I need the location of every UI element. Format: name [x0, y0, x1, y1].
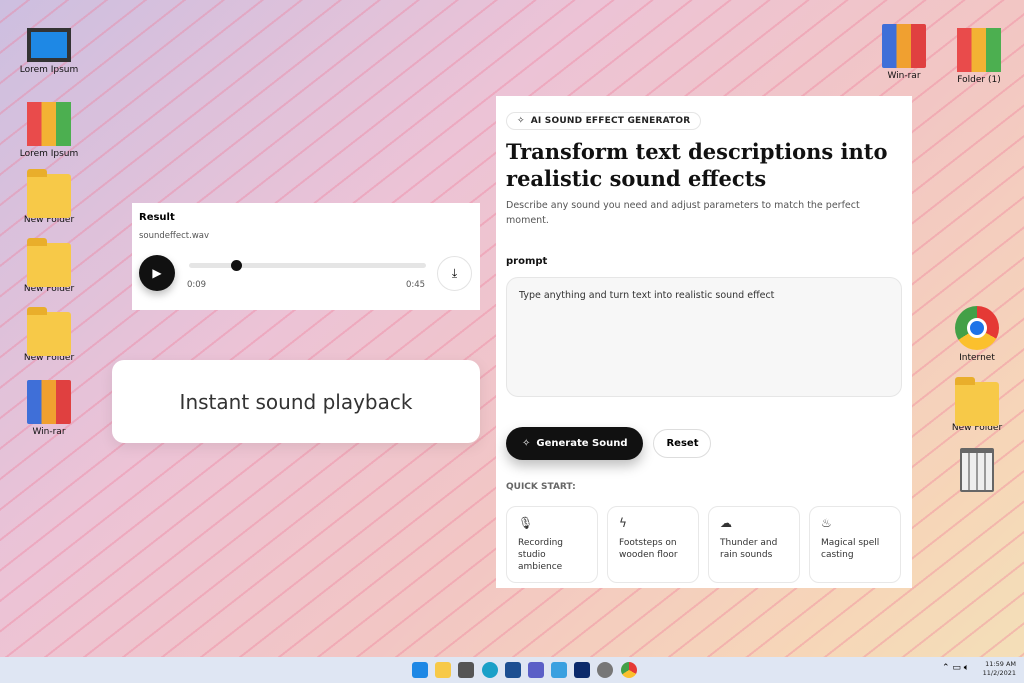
start-icon[interactable]: [412, 662, 428, 678]
quick-start-card[interactable]: ϟ Footsteps on wooden floor: [607, 506, 699, 583]
card-label: Thunder and rain sounds: [720, 538, 778, 560]
result-title: Result: [139, 212, 175, 223]
audio-progress-slider[interactable]: [189, 263, 426, 268]
sparkle-icon: ✧: [517, 116, 525, 126]
play-icon: ▶: [152, 266, 162, 280]
desktop-icon-computer[interactable]: Lorem Ipsum: [14, 28, 84, 75]
folder-icon: [27, 307, 71, 356]
taskbar: ⌃ ▭ 🔈︎ 11:59 AM 11/2/2021: [0, 657, 1024, 683]
microphone-icon: 🎙︎: [518, 516, 534, 530]
generator-panel: ✧ AI SOUND EFFECT GENERATOR Transform tex…: [496, 96, 912, 588]
page-title: Transform text descriptions into realist…: [506, 139, 888, 191]
recycle-bin[interactable]: [942, 448, 1012, 495]
result-filename: soundeffect.wav: [139, 231, 210, 241]
winrar-icon: [27, 380, 71, 424]
binders-icon: [957, 28, 1001, 72]
edge-icon[interactable]: [482, 662, 498, 678]
flame-icon: ♨: [821, 516, 832, 530]
desktop-icon-winrar[interactable]: Win-rar: [14, 380, 84, 437]
camera-icon[interactable]: [458, 662, 474, 678]
icon-label: Folder (1): [957, 75, 1001, 85]
cloud-icon: ☁︎: [720, 516, 732, 530]
desktop-icon-folder1[interactable]: Folder (1): [944, 28, 1014, 85]
tray-icons[interactable]: ⌃ ▭ 🔈︎: [942, 663, 969, 673]
icon-label: Lorem Ipsum: [19, 65, 79, 75]
page-description: Describe any sound you need and adjust p…: [506, 200, 860, 226]
desktop-icon-lorem[interactable]: Lorem Ipsum: [14, 102, 84, 159]
desktop-icon-winrar[interactable]: Win-rar: [869, 24, 939, 81]
icon-label: Internet: [959, 353, 995, 363]
folder-icon: [955, 377, 999, 426]
prompt-label: prompt: [506, 256, 548, 267]
desktop-icon-folder[interactable]: New Folder: [14, 237, 84, 294]
sparkle-icon: ✧: [522, 438, 531, 449]
winrar-icon: [882, 24, 926, 68]
desktop-icon-internet[interactable]: Internet: [942, 306, 1012, 363]
computer-icon: [27, 28, 71, 62]
folder-icon: [27, 238, 71, 287]
quick-start-card[interactable]: ♨ Magical spell casting: [809, 506, 901, 583]
store-icon[interactable]: [505, 662, 521, 678]
app-icon[interactable]: [574, 662, 590, 678]
quick-start-card[interactable]: ☁︎ Thunder and rain sounds: [708, 506, 800, 583]
download-icon: ⤓: [451, 266, 458, 280]
quick-start-label: QUICK START:: [506, 482, 576, 492]
prompt-input[interactable]: Type anything and turn text into realist…: [506, 277, 902, 397]
desktop-icon-folder[interactable]: New Folder: [14, 168, 84, 225]
icon-label: Lorem Ipsum: [19, 149, 79, 159]
desktop-icon-folder[interactable]: New Folder: [942, 376, 1012, 433]
teams-icon[interactable]: [528, 662, 544, 678]
reset-button[interactable]: Reset: [653, 429, 712, 458]
feature-callout: Instant sound playback: [112, 360, 480, 443]
icon-label: Win-rar: [887, 71, 921, 81]
trash-icon: [960, 448, 994, 492]
play-button[interactable]: ▶: [139, 255, 175, 291]
card-label: Recording studio ambience: [518, 538, 564, 572]
duration: 0:45: [406, 280, 426, 290]
file-explorer-icon[interactable]: [435, 662, 451, 678]
generator-badge: ✧ AI SOUND EFFECT GENERATOR: [506, 112, 702, 130]
date: 11/2/2021: [982, 669, 1016, 677]
icon-label: Win-rar: [32, 427, 66, 437]
time: 11:59 AM: [985, 660, 1016, 668]
clock[interactable]: 11:59 AM 11/2/2021: [983, 660, 1016, 678]
settings-icon[interactable]: [597, 662, 613, 678]
desktop-icon-folder[interactable]: New Folder: [14, 306, 84, 363]
chrome-icon: [955, 306, 999, 350]
quick-start-card[interactable]: 🎙︎ Recording studio ambience: [506, 506, 598, 583]
card-label: Magical spell casting: [821, 538, 880, 560]
maps-icon[interactable]: [551, 662, 567, 678]
result-card: Result soundeffect.wav ▶ 0:09 0:45 ⤓: [132, 203, 480, 310]
card-label: Footsteps on wooden floor: [619, 538, 678, 560]
progress-handle[interactable]: [231, 260, 243, 271]
button-label: Generate Sound: [536, 438, 628, 449]
chrome-icon[interactable]: [621, 662, 637, 678]
folder-icon: [27, 169, 71, 218]
lightning-icon: ϟ: [619, 516, 627, 530]
current-time: 0:09: [187, 280, 207, 290]
badge-text: AI SOUND EFFECT GENERATOR: [530, 116, 691, 126]
generate-sound-button[interactable]: ✧ Generate Sound: [506, 427, 644, 460]
binders-icon: [27, 102, 71, 146]
download-button[interactable]: ⤓: [437, 256, 472, 291]
